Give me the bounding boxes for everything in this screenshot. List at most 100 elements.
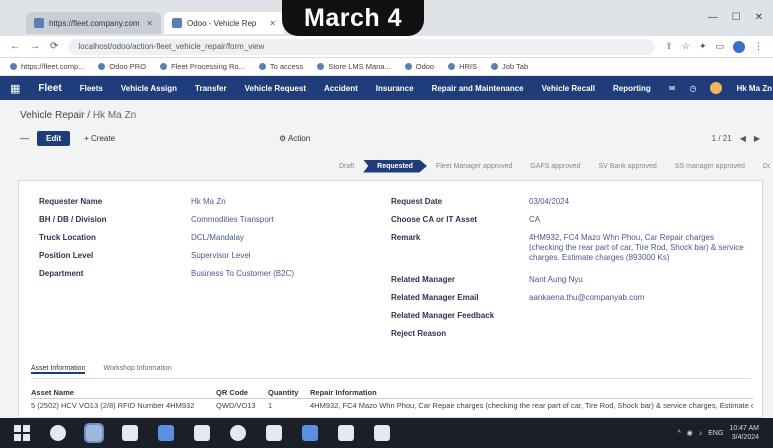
bookmark-item[interactable]: Odoo xyxy=(404,62,434,71)
column-header[interactable]: Quantity xyxy=(268,388,310,397)
clock[interactable]: 10:47 AM 3/4/2024 xyxy=(729,424,759,442)
nav-item-vehicle-recall[interactable]: Vehicle Recall xyxy=(542,84,595,93)
bookmark-item[interactable]: Store LMS Mana... xyxy=(317,62,391,71)
close-window-icon[interactable]: ✕ xyxy=(755,12,763,23)
field-label: Position Level xyxy=(39,251,94,260)
bookmark-item[interactable]: Fleet Processing Ro... xyxy=(160,62,245,71)
notebook-tabs: Asset Information Workshop Information xyxy=(31,365,751,379)
teams-icon[interactable] xyxy=(338,425,354,441)
bookmark-item[interactable]: Odoo PRO xyxy=(98,62,146,71)
nav-item-accident[interactable]: Accident xyxy=(324,84,358,93)
stage-draft[interactable]: Draft xyxy=(330,160,363,173)
app-navbar: ▦ Fleet Fleets Vehicle Assign Transfer V… xyxy=(0,76,773,100)
cell-quantity: 1 xyxy=(268,400,273,410)
activity-icon[interactable]: ◷ xyxy=(689,84,696,93)
settings-icon[interactable] xyxy=(302,425,318,441)
chrome-icon[interactable] xyxy=(230,425,246,441)
maximize-icon[interactable]: ☐ xyxy=(732,12,741,23)
nav-item-reporting[interactable]: Reporting xyxy=(613,84,651,93)
field-division: BH / DB / Division Commodities Transport xyxy=(39,215,331,233)
field-label: BH / DB / Division xyxy=(39,215,107,224)
form-sheet: Requester Name Hk Ma Zn BH / DB / Divisi… xyxy=(18,180,763,418)
back-icon[interactable]: ← xyxy=(10,41,20,52)
stage-sv-bank-approved[interactable]: SV Bank approved xyxy=(589,160,665,173)
bookmark-item[interactable]: Job Tab xyxy=(491,62,528,71)
task-view-icon[interactable] xyxy=(84,423,104,443)
app-brand[interactable]: Fleet xyxy=(38,83,61,94)
user-avatar[interactable] xyxy=(710,82,723,94)
field-label: Related Manager Feedback xyxy=(391,311,495,320)
field-value: 03/04/2024 xyxy=(529,197,570,206)
column-header[interactable]: QR Code xyxy=(216,388,268,397)
photos-icon[interactable] xyxy=(374,425,390,441)
chat-icon[interactable]: ✉ xyxy=(669,84,676,93)
nav-item-vehicle-request[interactable]: Vehicle Request xyxy=(245,84,306,93)
url-field[interactable]: localhost/odoo/action-fleet_vehicle_repa… xyxy=(68,38,656,55)
app-icon[interactable] xyxy=(266,425,282,441)
breadcrumb-root[interactable]: Vehicle Repair xyxy=(20,110,84,121)
tab-asset-information[interactable]: Asset Information xyxy=(31,365,86,374)
nav-item-transfer[interactable]: Transfer xyxy=(195,84,227,93)
nav-item-vehicle-assign[interactable]: Vehicle Assign xyxy=(121,84,177,93)
action-menu-button[interactable]: ⚙ Action xyxy=(279,134,310,143)
bookmark-icon xyxy=(160,63,168,70)
collapse-icon[interactable]: — xyxy=(20,133,29,143)
tray-chevron-icon[interactable]: ^ xyxy=(677,430,680,437)
browser-tab-1[interactable]: https://fleet.company.com ✕ xyxy=(26,12,161,34)
share-icon[interactable]: ⇪ xyxy=(665,41,673,53)
tab-workshop-information[interactable]: Workshop Information xyxy=(103,365,171,374)
create-button[interactable]: + Create xyxy=(78,131,121,146)
extensions-icon[interactable]: ✦ xyxy=(699,41,707,53)
network-icon[interactable]: ◉ xyxy=(687,429,693,437)
field-value: 4HM932, FC4 Mazo Whn Phou, Car Repair ch… xyxy=(529,233,744,262)
field-label: Reject Reason xyxy=(391,329,447,338)
column-header[interactable]: Repair Information xyxy=(310,388,753,397)
edge-browser-icon[interactable] xyxy=(158,425,174,441)
sidebar-icon[interactable]: ▭ xyxy=(715,41,724,53)
stage-fleet-manager-approved[interactable]: Fleet Manager approved xyxy=(427,160,521,173)
nav-item-fleets[interactable]: Fleets xyxy=(80,84,103,93)
edit-button[interactable]: Edit xyxy=(37,130,71,146)
bookmark-icon xyxy=(10,63,17,70)
nav-item-insurance[interactable]: Insurance xyxy=(376,84,414,93)
volume-icon[interactable]: ♪ xyxy=(699,430,703,437)
pager: 1 / 21 ◀ ▶ xyxy=(712,134,760,143)
reload-icon[interactable]: ⟳ xyxy=(50,41,58,52)
stage-requested[interactable]: Requested xyxy=(363,159,427,173)
stage-done[interactable]: Done xyxy=(754,160,770,173)
pager-next-icon[interactable]: ▶ xyxy=(754,134,760,143)
windows-start-icon[interactable] xyxy=(14,425,30,441)
field-related-manager-email: Related Manager Email aankaena.thu@compa… xyxy=(391,293,744,311)
field-value: Hk Ma Zn xyxy=(191,197,226,206)
minimize-icon[interactable]: — xyxy=(708,12,718,23)
stage-gafs-approved[interactable]: GAFS approved xyxy=(521,160,589,173)
bookmark-item[interactable]: https://fleet.comp... xyxy=(10,62,84,71)
file-explorer-icon[interactable] xyxy=(122,425,138,441)
close-icon[interactable]: ✕ xyxy=(146,19,153,28)
stage-ss-manager-approved[interactable]: SS manager approved xyxy=(666,160,754,173)
language-indicator[interactable]: ENG xyxy=(708,430,723,437)
column-header[interactable]: Asset Name xyxy=(31,388,216,397)
bookmark-item[interactable]: To access xyxy=(258,62,303,71)
breadcrumb-current: Hk Ma Zn xyxy=(92,110,137,121)
nav-item-repair-maintenance[interactable]: Repair and Maintenance xyxy=(432,84,524,93)
table-row[interactable]: 5 (2502) HCV VO13 (2/8) RFID Number 4HM9… xyxy=(31,399,753,411)
status-bar: Draft Requested Fleet Manager approved G… xyxy=(330,158,770,174)
apps-menu-icon[interactable]: ▦ xyxy=(10,82,20,95)
star-icon[interactable]: ☆ xyxy=(682,41,690,53)
favicon-icon xyxy=(34,18,44,28)
pager-prev-icon[interactable]: ◀ xyxy=(740,134,746,143)
close-icon[interactable]: ✕ xyxy=(269,19,276,28)
bookmark-item[interactable]: HRIS xyxy=(448,62,477,71)
user-name[interactable]: Hk Ma Zn xyxy=(736,84,772,93)
field-label: Department xyxy=(39,269,84,278)
cell-repair-information: 4HM932, FC4 Mazo Whn Phou, Car Repair ch… xyxy=(310,400,753,410)
forward-icon[interactable]: → xyxy=(30,41,40,52)
store-icon[interactable] xyxy=(194,425,210,441)
field-value: CA xyxy=(529,215,541,224)
profile-avatar[interactable] xyxy=(733,40,745,53)
browser-tab-2[interactable]: Odoo - Vehicle Rep ✕ xyxy=(164,12,284,34)
search-icon[interactable] xyxy=(50,425,66,441)
menu-icon[interactable]: ⋮ xyxy=(754,41,763,53)
field-label: Request Date xyxy=(391,197,443,206)
